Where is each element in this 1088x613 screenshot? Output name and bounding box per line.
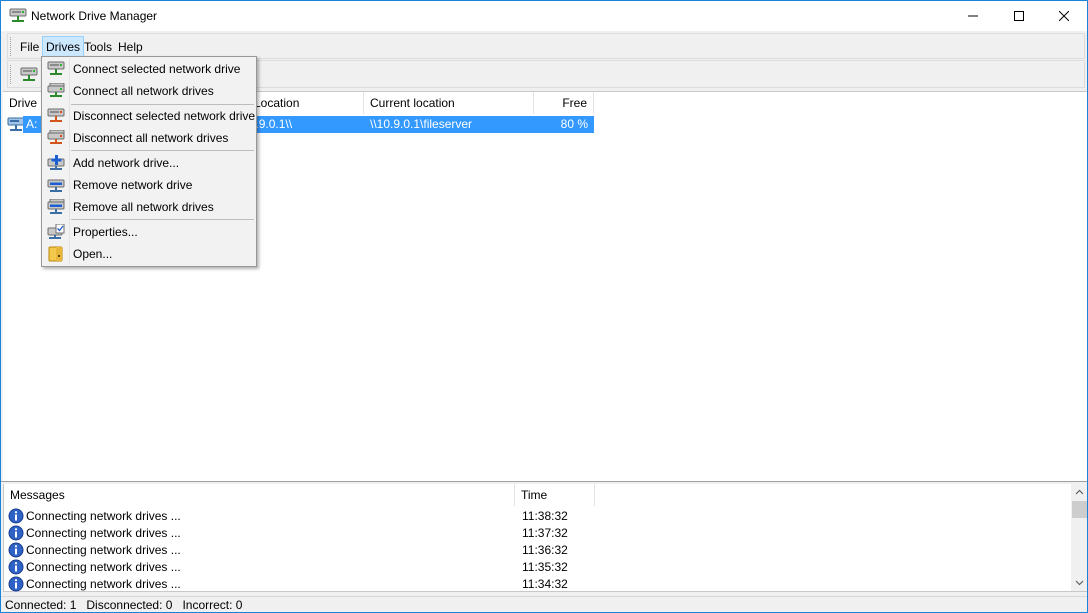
- message-time: 11:36:32: [522, 543, 568, 557]
- scroll-thumb[interactable]: [1072, 501, 1087, 518]
- menu-item-connect-selected[interactable]: Connect selected network drive: [44, 58, 254, 80]
- column-free-label: Free: [562, 96, 587, 110]
- scroll-down-icon[interactable]: [1075, 578, 1084, 587]
- minimize-icon: [968, 15, 978, 17]
- column-location-label: Location: [254, 96, 300, 110]
- message-time: 11:34:32: [522, 577, 568, 591]
- message-time: 11:35:32: [522, 560, 568, 574]
- menu-item-disconnect-all[interactable]: Disconnect all network drives: [44, 127, 254, 149]
- column-header-messages[interactable]: Messages: [4, 484, 515, 506]
- menu-drives-label: Drives: [46, 40, 81, 54]
- maximize-icon: [1014, 11, 1024, 21]
- menu-separator: [71, 150, 254, 151]
- app-window: Network Drive Manager File Drives Tools …: [0, 0, 1088, 613]
- list-item[interactable]: Connecting network drives ... 11:35:32: [8, 559, 1068, 576]
- info-icon: [8, 559, 24, 575]
- menu-item-label: Open...: [73, 247, 113, 261]
- message-text: Connecting network drives ...: [26, 526, 181, 540]
- list-item[interactable]: Connecting network drives ... 11:36:32: [8, 542, 1068, 559]
- column-header-time[interactable]: Time: [515, 484, 595, 506]
- remove-all-icon: [47, 199, 65, 214]
- menu-item-properties[interactable]: Properties...: [44, 221, 254, 243]
- menu-item-label: Connect selected network drive: [73, 62, 241, 76]
- remove-drive-icon: [47, 179, 65, 192]
- menu-help-label: Help: [118, 40, 143, 54]
- message-text: Connecting network drives ...: [26, 560, 181, 574]
- add-drive-icon: [47, 155, 65, 170]
- disconnect-all-icon: [47, 130, 65, 144]
- menu-item-connect-all[interactable]: Connect all network drives: [44, 80, 254, 102]
- title-bar[interactable]: Network Drive Manager: [1, 1, 1087, 31]
- info-icon: [8, 508, 24, 524]
- column-header-free[interactable]: Free: [534, 92, 594, 114]
- menu-item-open[interactable]: Open...: [44, 243, 254, 265]
- connect-drive-icon: [47, 61, 65, 75]
- list-item[interactable]: Connecting network drives ... 11:38:32: [8, 508, 1068, 525]
- menu-item-add-drive[interactable]: Add network drive...: [44, 152, 254, 174]
- list-item[interactable]: Connecting network drives ... 11:34:32: [8, 576, 1068, 593]
- menu-item-remove-all[interactable]: Remove all network drives: [44, 196, 254, 218]
- menu-item-remove-drive[interactable]: Remove network drive: [44, 174, 254, 196]
- menu-item-label: Properties...: [73, 225, 138, 239]
- menu-item-label: Add network drive...: [73, 156, 180, 170]
- info-icon: [8, 576, 24, 592]
- drive-letter: A:: [26, 117, 38, 131]
- menu-item-label: Disconnect all network drives: [73, 131, 229, 145]
- menu-tools[interactable]: Tools: [80, 38, 116, 58]
- info-icon: [8, 542, 24, 558]
- message-time: 11:37:32: [522, 526, 568, 540]
- menu-item-label: Remove network drive: [73, 178, 193, 192]
- messages-scrollbar[interactable]: [1071, 484, 1087, 591]
- menu-item-label: Remove all network drives: [73, 200, 214, 214]
- scroll-up-icon[interactable]: [1075, 488, 1084, 497]
- menu-tools-label: Tools: [84, 40, 113, 54]
- message-text: Connecting network drives ...: [26, 577, 181, 591]
- drives-dropdown-menu: Connect selected network drive Connect a…: [41, 56, 257, 267]
- properties-icon: [47, 224, 65, 239]
- menu-drives[interactable]: Drives: [42, 36, 85, 58]
- menu-file[interactable]: File: [16, 38, 43, 58]
- minimize-button[interactable]: [950, 1, 996, 31]
- menubar-grip[interactable]: [10, 37, 12, 56]
- connect-drive-icon[interactable]: [20, 67, 38, 83]
- menu-item-label: Disconnect selected network drive: [73, 109, 256, 123]
- list-item[interactable]: Connecting network drives ... 11:37:32: [8, 525, 1068, 542]
- window-title: Network Drive Manager: [31, 9, 158, 23]
- menu-help[interactable]: Help: [114, 38, 147, 58]
- network-drive-icon: [9, 8, 27, 22]
- column-header-current-location[interactable]: Current location: [364, 92, 534, 114]
- column-time-label: Time: [521, 488, 548, 502]
- column-messages-label: Messages: [10, 488, 65, 502]
- disconnect-drive-icon: [47, 108, 65, 122]
- menu-item-disconnect-selected[interactable]: Disconnect selected network drive: [44, 105, 256, 127]
- close-icon: [1059, 11, 1069, 21]
- folder-icon: [48, 246, 63, 262]
- messages-list[interactable]: Messages Time Connecting network drives …: [3, 484, 1087, 592]
- close-button[interactable]: [1041, 1, 1087, 31]
- drive-free: 80 %: [560, 117, 588, 131]
- message-text: Connecting network drives ...: [26, 543, 181, 557]
- connect-all-icon: [47, 83, 65, 97]
- menu-separator: [71, 219, 254, 220]
- drive-current-location: \\10.9.0.1\fileserver: [370, 117, 473, 131]
- status-text: Connected: 1 Disconnected: 0 Incorrect: …: [5, 598, 243, 612]
- message-text: Connecting network drives ...: [26, 509, 181, 523]
- info-icon: [8, 525, 24, 541]
- menu-item-label: Connect all network drives: [73, 84, 214, 98]
- menu-file-label: File: [20, 40, 40, 54]
- maximize-button[interactable]: [996, 1, 1042, 31]
- column-current-location-label: Current location: [370, 96, 455, 110]
- message-time: 11:38:32: [522, 509, 568, 523]
- column-drive-label: Drive: [9, 96, 38, 110]
- status-bar: Connected: 1 Disconnected: 0 Incorrect: …: [1, 596, 1087, 612]
- toolbar-grip[interactable]: [10, 65, 12, 84]
